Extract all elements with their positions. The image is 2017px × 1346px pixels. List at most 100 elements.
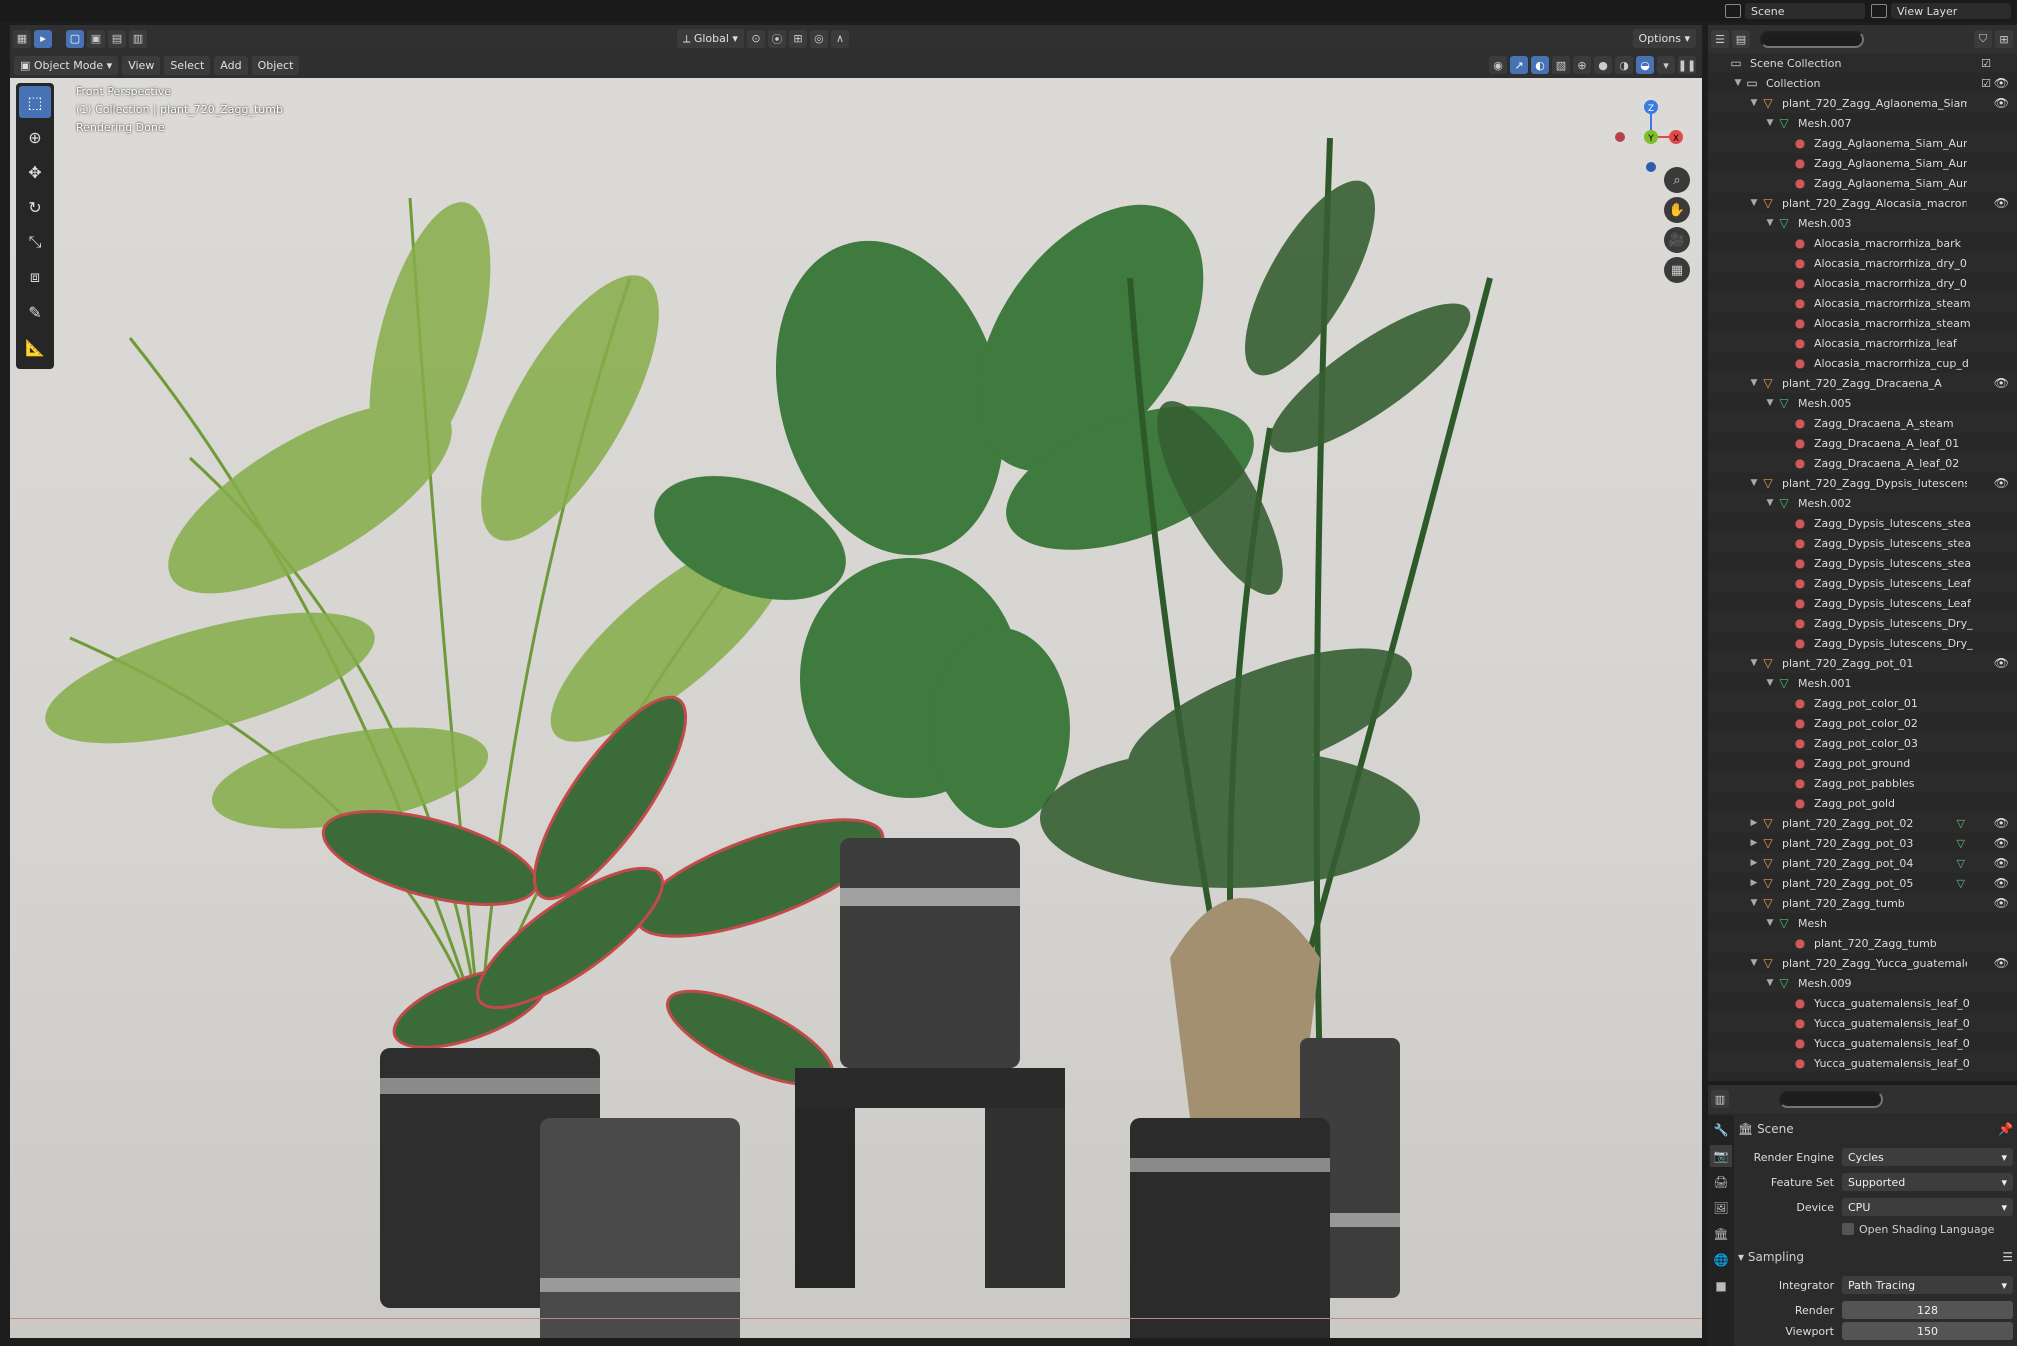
outliner-row[interactable]: ▶ ▽ plant_720_Zagg_pot_04 ▽ 👁	[1708, 853, 2017, 873]
outliner-row[interactable]: ● Yucca_guatemalensis_leaf_0	[1708, 1053, 2017, 1073]
sampling-panel-header[interactable]: ▾ Sampling ☰	[1738, 1247, 2013, 1267]
outliner-row[interactable]: ● Zagg_pot_color_02	[1708, 713, 2017, 733]
outliner-row[interactable]: ● Zagg_Dypsis_lutescens_Leaf	[1708, 593, 2017, 613]
exclude-checkbox-icon[interactable]: ☑	[1981, 57, 1991, 70]
annotate-icon[interactable]: ✎	[19, 296, 51, 328]
outliner-row[interactable]: ▶ ▽ plant_720_Zagg_pot_02 ▽ 👁	[1708, 813, 2017, 833]
object-tab-icon[interactable]: ■	[1710, 1275, 1732, 1297]
eye-icon[interactable]: 👁	[1994, 96, 2009, 110]
rotate-icon[interactable]: ↻	[19, 191, 51, 223]
rendered-shading-icon[interactable]: ◒	[1636, 56, 1654, 74]
outliner-row[interactable]: ● Zagg_pot_color_03	[1708, 733, 2017, 753]
eye-icon[interactable]: 👁	[1994, 876, 2009, 890]
expand-down-icon[interactable]: ▼	[1748, 478, 1760, 488]
feature-set-dropdown[interactable]: Supported ▾	[1842, 1173, 2013, 1191]
outliner-row[interactable]: ▼ ▽ plant_720_Zagg_Dypsis_lutescens 👁	[1708, 473, 2017, 493]
outliner-row[interactable]: ▶ ▽ plant_720_Zagg_pot_05 ▽ 👁	[1708, 873, 2017, 893]
zoom-icon[interactable]: ⌕	[1664, 167, 1690, 193]
expand-right-icon[interactable]: ▶	[1748, 858, 1760, 868]
outliner-row[interactable]: ● Alocasia_macrorrhiza_dry_0	[1708, 253, 2017, 273]
falloff-icon[interactable]: ∧	[830, 29, 849, 48]
eye-icon[interactable]: 👁	[1994, 956, 2009, 970]
expand-down-icon[interactable]: ▼	[1764, 918, 1776, 928]
eye-icon[interactable]: 👁	[1994, 816, 2009, 830]
properties-search-input[interactable]	[1779, 1090, 1883, 1108]
eye-icon[interactable]: 👁	[1994, 196, 2009, 210]
expand-right-icon[interactable]: ▶	[1748, 818, 1760, 828]
select-box-icon[interactable]: ⬚	[19, 86, 51, 118]
select-box-mode-icon[interactable]: ▢	[66, 29, 84, 48]
options-dropdown[interactable]: Options ▾	[1632, 29, 1696, 48]
proportional-edit-icon[interactable]: ◎	[809, 29, 828, 48]
expand-down-icon[interactable]: ▼	[1748, 98, 1760, 108]
expand-down-icon[interactable]: ▼	[1748, 898, 1760, 908]
editor-type-icon[interactable]: ▦	[13, 29, 31, 48]
view-layer-icon[interactable]	[1871, 4, 1887, 18]
expand-down-icon[interactable]: ▼	[1764, 398, 1776, 408]
outliner-row[interactable]: ● Alocasia_macrorrhiza_bark	[1708, 233, 2017, 253]
camera-view-icon[interactable]: 🎥	[1664, 227, 1690, 253]
outliner-row[interactable]: ● Zagg_Dypsis_lutescens_stea	[1708, 533, 2017, 553]
outliner-row[interactable]: ▼ ▽ Mesh.009	[1708, 973, 2017, 993]
rendered-scene[interactable]	[10, 78, 1702, 1338]
wireframe-shading-icon[interactable]: ⊕	[1573, 56, 1591, 74]
outliner-row[interactable]: ▼ ▽ plant_720_Zagg_tumb 👁	[1708, 893, 2017, 913]
outliner-row[interactable]: ▼ ▽ plant_720_Zagg_Yucca_guatemalens 👁	[1708, 953, 2017, 973]
editor-type-icon[interactable]: ☰	[1711, 30, 1729, 48]
measure-icon[interactable]: 📐	[19, 331, 51, 363]
outliner-row[interactable]: ● Alocasia_macrorrhiza_leaf	[1708, 333, 2017, 353]
outliner-row[interactable]: ● Zagg_Dracaena_A_steam	[1708, 413, 2017, 433]
outliner-row[interactable]: ▼ ▽ Mesh	[1708, 913, 2017, 933]
eye-icon[interactable]: 👁	[1994, 896, 2009, 910]
select-extend-icon[interactable]: ▣	[87, 29, 105, 48]
exclude-checkbox-icon[interactable]: ☑	[1981, 77, 1991, 90]
outliner-row[interactable]: ● Alocasia_macrorrhiza_dry_0	[1708, 273, 2017, 293]
outliner-row[interactable]: ● Zagg_pot_pabbles	[1708, 773, 2017, 793]
outliner-row[interactable]: ● Zagg_pot_ground	[1708, 753, 2017, 773]
gizmo-toggle-icon[interactable]: ↗	[1510, 56, 1528, 74]
outliner-row[interactable]: ● Alocasia_macrorrhiza_steam	[1708, 313, 2017, 333]
tool-tab-icon[interactable]: 🔧	[1710, 1119, 1732, 1141]
scene-tab-icon[interactable]: 🏛	[1710, 1223, 1732, 1245]
outliner-row[interactable]: ▼ ▽ plant_720_Zagg_Dracaena_A 👁	[1708, 373, 2017, 393]
osl-checkbox[interactable]	[1842, 1223, 1854, 1235]
outliner-row[interactable]: ▼ ▽ Mesh.005	[1708, 393, 2017, 413]
outliner-row[interactable]: ● Zagg_Aglaonema_Siam_Aur	[1708, 133, 2017, 153]
pan-hand-icon[interactable]: ✋	[1664, 197, 1690, 223]
pivot-icon[interactable]: ⊙	[746, 29, 765, 48]
outliner-row[interactable]: ● Zagg_pot_color_01	[1708, 693, 2017, 713]
menu-select[interactable]: Select	[164, 55, 211, 75]
expand-down-icon[interactable]: ▼	[1764, 218, 1776, 228]
outliner-row[interactable]: ● Zagg_Aglaonema_Siam_Aur	[1708, 153, 2017, 173]
view-layer-selector[interactable]: View Layer	[1891, 3, 2011, 19]
viewport-samples-field[interactable]: 150	[1842, 1322, 2013, 1340]
pin-icon[interactable]: 📌	[1998, 1122, 2013, 1136]
outliner-row[interactable]: ● Zagg_Dracaena_A_leaf_02	[1708, 453, 2017, 473]
select-subtract-icon[interactable]: ▤	[108, 29, 126, 48]
outliner-row[interactable]: ● Alocasia_macrorrhiza_steam	[1708, 293, 2017, 313]
outliner-row[interactable]: ● Alocasia_macrorrhiza_cup_d	[1708, 353, 2017, 373]
outliner-row[interactable]: ● Zagg_Dypsis_lutescens_Dry_	[1708, 633, 2017, 653]
outliner-row[interactable]: ▭ Scene Collection ☑	[1708, 53, 2017, 73]
menu-add[interactable]: Add	[214, 55, 248, 75]
render-samples-field[interactable]: 128	[1842, 1301, 2013, 1319]
menu-object[interactable]: Object	[251, 55, 300, 75]
outliner-row[interactable]: ● Zagg_Dypsis_lutescens_stea	[1708, 513, 2017, 533]
outliner-row[interactable]: ● Yucca_guatemalensis_leaf_0	[1708, 1033, 2017, 1053]
expand-down-icon[interactable]: ▼	[1764, 498, 1776, 508]
outliner-search-input[interactable]	[1760, 30, 1864, 48]
expand-down-icon[interactable]: ▼	[1748, 658, 1760, 668]
outliner-row[interactable]: ▼ ▽ plant_720_Zagg_Alocasia_macrorrhi 👁	[1708, 193, 2017, 213]
outliner-row[interactable]: ● Zagg_Dypsis_lutescens_Leaf	[1708, 573, 2017, 593]
outliner-row[interactable]: ● Zagg_Dypsis_lutescens_stea	[1708, 553, 2017, 573]
device-dropdown[interactable]: CPU ▾	[1842, 1198, 2013, 1216]
outliner-row[interactable]: ● Zagg_pot_gold	[1708, 793, 2017, 813]
solid-shading-icon[interactable]: ●	[1594, 56, 1612, 74]
output-tab-icon[interactable]: 🖨	[1710, 1171, 1732, 1193]
outliner-row[interactable]: ● Zagg_Dypsis_lutescens_Dry_	[1708, 613, 2017, 633]
snap-target-icon[interactable]: ⊞	[788, 29, 807, 48]
outliner-row[interactable]: ▼ ▽ Mesh.003	[1708, 213, 2017, 233]
transform-orientation-dropdown[interactable]: ⟂ Global ▾	[677, 29, 744, 48]
scene-selector[interactable]: Scene	[1745, 3, 1865, 19]
move-icon[interactable]: ✥	[19, 156, 51, 188]
